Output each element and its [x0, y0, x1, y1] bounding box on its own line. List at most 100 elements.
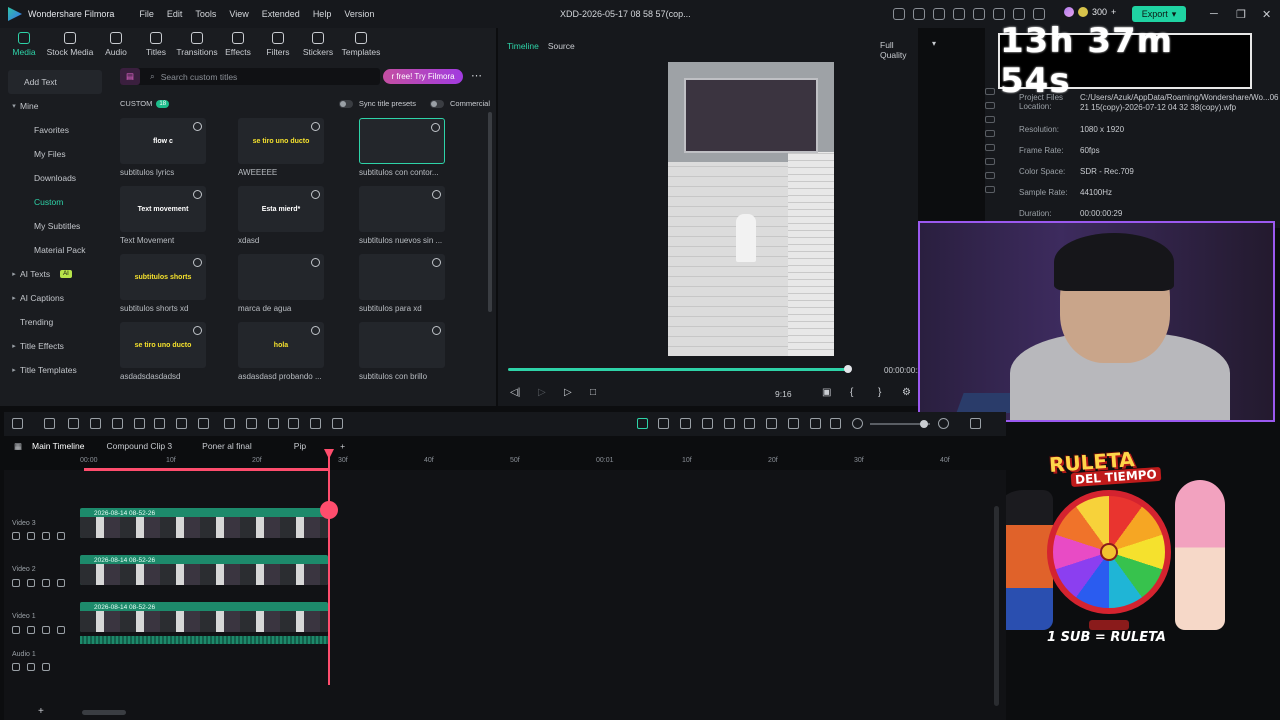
- mic-icon[interactable]: [744, 418, 755, 429]
- scrollbar[interactable]: [488, 112, 492, 312]
- download-icon[interactable]: [311, 190, 320, 199]
- tab-compound-clip[interactable]: Compound Clip 3: [106, 441, 172, 451]
- gift-icon[interactable]: [893, 8, 905, 20]
- rail-icon[interactable]: [985, 130, 995, 137]
- clip-video2[interactable]: 2026-08-14 08-52-26: [80, 555, 328, 585]
- download-icon[interactable]: [193, 122, 202, 131]
- effects-tool-icon[interactable]: [310, 418, 321, 429]
- tab-titles[interactable]: Titles: [136, 28, 176, 64]
- redo-icon[interactable]: [90, 418, 101, 429]
- title-thumbnail[interactable]: Text movement: [120, 186, 206, 232]
- zoom-out-icon[interactable]: [852, 418, 863, 429]
- mixer-icon[interactable]: [766, 418, 777, 429]
- title-card[interactable]: se tiro uno ducto AWEEEEE: [238, 118, 324, 177]
- menu-version[interactable]: Version: [344, 9, 374, 19]
- lock-icon[interactable]: [12, 626, 20, 634]
- prev-frame-icon[interactable]: ◁|: [510, 387, 520, 398]
- save-icon[interactable]: [973, 8, 985, 20]
- tab-stickers[interactable]: Stickers: [298, 28, 338, 64]
- title-card[interactable]: flow c subtitulos lyrics: [120, 118, 206, 177]
- speaker-icon[interactable]: [27, 579, 35, 587]
- support-icon[interactable]: [933, 8, 945, 20]
- download-icon[interactable]: [432, 190, 441, 199]
- delete-icon[interactable]: [112, 418, 123, 429]
- settings-icon[interactable]: ⚙: [902, 387, 911, 398]
- sidebar-item-my-subtitles[interactable]: My Subtitles: [8, 214, 102, 238]
- tab-effects[interactable]: Effects: [218, 28, 258, 64]
- playback-progress[interactable]: [508, 365, 852, 373]
- eye-icon[interactable]: [57, 626, 65, 634]
- tab-poner-al-final[interactable]: Poner al final: [202, 441, 252, 451]
- add-track-icon[interactable]: +: [38, 706, 44, 717]
- sidebar-item-custom[interactable]: Custom: [8, 190, 102, 214]
- menu-help[interactable]: Help: [313, 9, 332, 19]
- ai-tool-icon[interactable]: [246, 418, 257, 429]
- title-thumbnail[interactable]: [359, 322, 445, 368]
- download-icon[interactable]: [311, 122, 320, 131]
- sync-toggle[interactable]: [338, 99, 353, 108]
- zoom-slider[interactable]: [870, 420, 930, 428]
- tab-main-timeline[interactable]: Main Timeline: [32, 441, 84, 451]
- speaker-icon[interactable]: [27, 626, 35, 634]
- tab-media[interactable]: Media: [4, 28, 44, 64]
- title-thumbnail[interactable]: se tiro uno ducto: [120, 322, 206, 368]
- add-tab-icon[interactable]: +: [340, 441, 345, 451]
- tab-audio[interactable]: Audio: [96, 28, 136, 64]
- tab-stock-media[interactable]: Stock Media: [44, 28, 96, 64]
- stop-icon[interactable]: □: [590, 387, 596, 398]
- grid-icon[interactable]: ▦: [14, 441, 22, 452]
- ai-assistant-icon[interactable]: [637, 418, 648, 429]
- zoom-fit-icon[interactable]: [810, 418, 821, 429]
- playhead[interactable]: [324, 449, 334, 685]
- title-card[interactable]: subtitulos shorts subtitulos shorts xd: [120, 254, 206, 313]
- play-reverse-icon[interactable]: ▷: [538, 387, 546, 398]
- close-icon[interactable]: ✕: [1262, 8, 1271, 21]
- title-card[interactable]: Esta mierd* xdasd: [238, 186, 324, 245]
- tab-filters[interactable]: Filters: [258, 28, 298, 64]
- keyframe-icon[interactable]: [702, 418, 713, 429]
- more-grid-icon[interactable]: [970, 418, 981, 429]
- rail-icon[interactable]: [985, 102, 995, 109]
- tab-templates[interactable]: Templates: [338, 28, 384, 64]
- plus-icon[interactable]: +: [1111, 7, 1116, 17]
- title-thumbnail[interactable]: [359, 118, 445, 164]
- download-icon[interactable]: [311, 326, 320, 335]
- menu-tools[interactable]: Tools: [195, 9, 216, 19]
- credits-counter[interactable]: 300 +: [1064, 7, 1116, 17]
- sidebar-item-title-effects[interactable]: ▸ Title Effects: [8, 334, 102, 358]
- clip-video3[interactable]: 2026-08-14 08-52-26: [80, 508, 328, 538]
- split-icon[interactable]: [134, 418, 145, 429]
- rail-icon[interactable]: [985, 116, 995, 123]
- sidebar-item-my-files[interactable]: My Files: [8, 142, 102, 166]
- play-icon[interactable]: ▷: [564, 387, 572, 398]
- freeze-icon[interactable]: [268, 418, 279, 429]
- layout-icon[interactable]: [12, 418, 23, 429]
- download-icon[interactable]: [193, 258, 202, 267]
- promo-button[interactable]: r free! Try Filmora: [383, 69, 463, 84]
- layout-icon[interactable]: [953, 8, 965, 20]
- title-thumbnail[interactable]: Esta mierd*: [238, 186, 324, 232]
- crown-icon[interactable]: [913, 8, 925, 20]
- title-thumbnail[interactable]: flow c: [120, 118, 206, 164]
- quality-select[interactable]: Full Quality: [880, 40, 918, 60]
- speaker-icon[interactable]: [27, 532, 35, 540]
- export-button[interactable]: Export ▾: [1132, 6, 1186, 22]
- clip-video1[interactable]: 2026-08-14 08-52-26: [80, 602, 328, 632]
- eye-icon[interactable]: [57, 579, 65, 587]
- apps-icon[interactable]: [1033, 8, 1045, 20]
- sidebar-item-title-templates[interactable]: ▸ Title Templates: [8, 358, 102, 382]
- title-thumbnail[interactable]: subtitulos shorts: [120, 254, 206, 300]
- filter-icon[interactable]: ▤: [120, 68, 140, 85]
- rail-icon[interactable]: [985, 158, 995, 165]
- download-icon[interactable]: [193, 326, 202, 335]
- lock-icon[interactable]: [12, 663, 20, 671]
- cloud-icon[interactable]: [993, 8, 1005, 20]
- tab-pip[interactable]: Pip: [294, 441, 306, 451]
- zoom-in-icon[interactable]: [938, 418, 949, 429]
- mark-in-icon[interactable]: {: [850, 387, 853, 398]
- search-input[interactable]: Search custom titles: [161, 72, 238, 82]
- link-icon[interactable]: [42, 532, 50, 540]
- tab-source[interactable]: Source: [548, 41, 575, 51]
- download-icon[interactable]: [311, 258, 320, 267]
- title-card[interactable]: subtitulos con brillo: [359, 322, 445, 381]
